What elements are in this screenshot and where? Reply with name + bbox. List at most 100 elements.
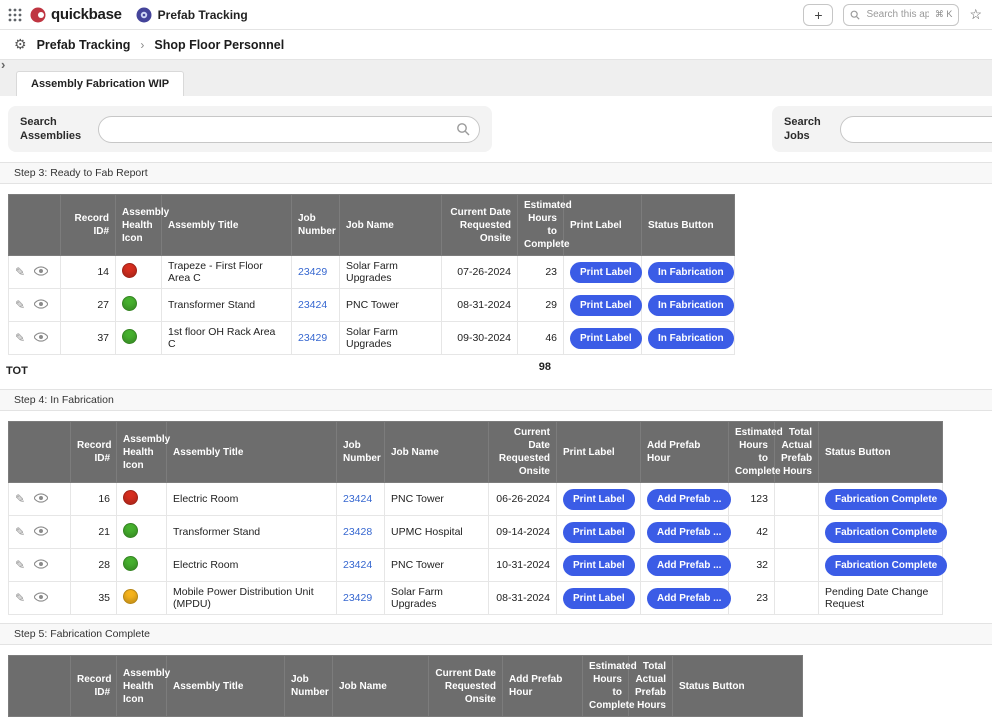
settings-gear-icon[interactable]: ⚙ [14, 36, 27, 53]
print-label-button[interactable]: Print Label [563, 522, 635, 543]
edit-record-icon[interactable]: ✎ [15, 492, 25, 506]
col-estimated-hours[interactable]: Estimated Hours to Complete [729, 422, 775, 483]
app-search-input[interactable] [864, 8, 930, 21]
view-record-icon[interactable] [34, 331, 48, 345]
view-record-icon[interactable] [34, 265, 48, 279]
top-bar: quickbase Prefab Tracking + ⌘ K ☆ [0, 0, 992, 30]
section-step3: Step 3: Ready to Fab Report [0, 162, 992, 184]
col-print-label[interactable]: Print Label [557, 422, 641, 483]
status-button[interactable]: Fabrication Complete [825, 555, 947, 576]
quickbase-logo[interactable]: quickbase [30, 6, 122, 23]
job-number-link[interactable]: 23424 [298, 299, 327, 311]
edit-record-icon[interactable]: ✎ [15, 265, 25, 279]
col-status-button[interactable]: Status Button [673, 656, 803, 717]
app-switcher-icon[interactable] [8, 8, 22, 22]
view-record-icon[interactable] [34, 525, 48, 539]
col-assembly-title[interactable]: Assembly Title [162, 195, 292, 256]
col-actions [9, 195, 61, 256]
view-record-icon[interactable] [34, 591, 48, 605]
app-search-box[interactable]: ⌘ K [843, 4, 959, 26]
search-assemblies-panel: Search Assemblies [8, 106, 492, 152]
health-cell [117, 516, 167, 549]
total-label: TOT [6, 365, 28, 377]
col-print-label[interactable]: Print Label [564, 195, 642, 256]
row-actions: ✎ [9, 582, 71, 615]
status-button[interactable]: In Fabrication [648, 295, 734, 316]
col-actions [9, 656, 71, 717]
status-button[interactable]: In Fabrication [648, 262, 734, 283]
search-jobs-input[interactable] [840, 116, 992, 143]
tab-assembly-fabrication-wip[interactable]: Assembly Fabrication WIP [16, 71, 184, 96]
job-number-link[interactable]: 23424 [343, 559, 372, 571]
col-add-prefab-hour[interactable]: Add Prefab Hour [641, 422, 729, 483]
col-total-actual-hours[interactable]: Total Actual Prefab Hours [629, 656, 673, 717]
job-number-link[interactable]: 23429 [298, 266, 327, 278]
job-name: PNC Tower [340, 289, 442, 322]
col-job-name[interactable]: Job Name [385, 422, 489, 483]
status-cell: In Fabrication [642, 289, 735, 322]
col-date-requested[interactable]: Current Date Requested Onsite [429, 656, 503, 717]
job-number-link[interactable]: 23424 [343, 493, 372, 505]
col-estimated-hours[interactable]: Estimated Hours to Complete [518, 195, 564, 256]
health-cell [116, 322, 162, 355]
col-health-icon[interactable]: Assembly Health Icon [117, 422, 167, 483]
row-actions: ✎ [9, 516, 71, 549]
col-health-icon[interactable]: Assembly Health Icon [117, 656, 167, 717]
col-job-number[interactable]: Job Number [292, 195, 340, 256]
job-number-link[interactable]: 23429 [298, 332, 327, 344]
view-record-icon[interactable] [34, 298, 48, 312]
health-cell [117, 483, 167, 516]
edit-record-icon[interactable]: ✎ [15, 525, 25, 539]
col-date-requested[interactable]: Current Date Requested Onsite [489, 422, 557, 483]
col-job-name[interactable]: Job Name [333, 656, 429, 717]
col-status-button[interactable]: Status Button [819, 422, 943, 483]
view-record-icon[interactable] [34, 558, 48, 572]
print-label-button[interactable]: Print Label [563, 489, 635, 510]
col-date-requested[interactable]: Current Date Requested Onsite [442, 195, 518, 256]
col-add-prefab-hour[interactable]: Add Prefab Hour [503, 656, 583, 717]
col-job-name[interactable]: Job Name [340, 195, 442, 256]
col-record-id[interactable]: Record ID# [71, 422, 117, 483]
edit-record-icon[interactable]: ✎ [15, 331, 25, 345]
favorite-star-icon[interactable]: ☆ [969, 6, 982, 23]
col-record-id[interactable]: Record ID# [61, 195, 116, 256]
date-requested: 08-31-2024 [489, 582, 557, 615]
add-prefab-hour-button[interactable]: Add Prefab ... [647, 489, 731, 510]
job-number-link[interactable]: 23429 [343, 592, 372, 604]
view-record-icon[interactable] [34, 492, 48, 506]
edit-record-icon[interactable]: ✎ [15, 298, 25, 312]
print-label-button[interactable]: Print Label [570, 262, 642, 283]
assembly-title: 1st floor OH Rack Area C [162, 322, 292, 355]
edit-record-icon[interactable]: ✎ [15, 558, 25, 572]
new-item-button[interactable]: + [803, 4, 833, 26]
health-cell [117, 549, 167, 582]
table-row: ✎ 16 Electric Room 23424 PNC Tower 06-26… [9, 483, 943, 516]
col-job-number[interactable]: Job Number [285, 656, 333, 717]
print-label-button[interactable]: Print Label [570, 295, 642, 316]
add-prefab-hour-button[interactable]: Add Prefab ... [647, 522, 731, 543]
col-assembly-title[interactable]: Assembly Title [167, 422, 337, 483]
estimated-hours: 32 [729, 549, 775, 582]
status-button[interactable]: Fabrication Complete [825, 522, 947, 543]
estimated-hours: 23 [729, 582, 775, 615]
col-estimated-hours[interactable]: Estimated Hours to Complete [583, 656, 629, 717]
status-button[interactable]: In Fabrication [648, 328, 734, 349]
edit-record-icon[interactable]: ✎ [15, 591, 25, 605]
side-panel-expand-icon[interactable]: › [1, 57, 5, 72]
breadcrumb-parent[interactable]: Prefab Tracking [37, 38, 131, 52]
col-job-number[interactable]: Job Number [337, 422, 385, 483]
print-label-button[interactable]: Print Label [563, 555, 635, 576]
col-health-icon[interactable]: Assembly Health Icon [116, 195, 162, 256]
col-assembly-title[interactable]: Assembly Title [167, 656, 285, 717]
add-prefab-hour-button[interactable]: Add Prefab ... [647, 588, 731, 609]
status-button[interactable]: Fabrication Complete [825, 489, 947, 510]
col-status-button[interactable]: Status Button [642, 195, 735, 256]
search-assemblies-input[interactable] [98, 116, 480, 143]
add-prefab-hour-button[interactable]: Add Prefab ... [647, 555, 731, 576]
print-label-button[interactable]: Print Label [570, 328, 642, 349]
current-app-chip[interactable]: Prefab Tracking [136, 7, 248, 23]
record-id: 35 [71, 582, 117, 615]
job-number-link[interactable]: 23428 [343, 526, 372, 538]
col-record-id[interactable]: Record ID# [71, 656, 117, 717]
print-label-button[interactable]: Print Label [563, 588, 635, 609]
